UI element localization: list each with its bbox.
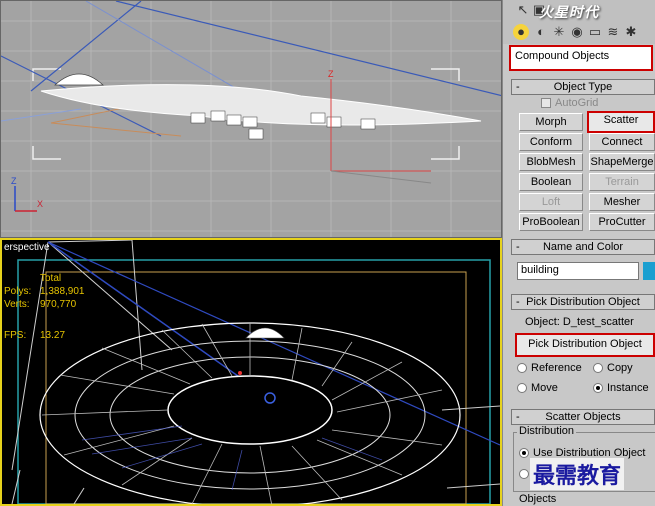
scatter-button[interactable]: Scatter bbox=[587, 111, 655, 133]
autogrid-checkbox[interactable]: AutoGrid bbox=[541, 97, 598, 109]
object-type-header: Object Type bbox=[553, 81, 613, 93]
stats-total-header: Total bbox=[40, 273, 62, 284]
perspective-viewport[interactable]: erspective Total Polys: 1,388,901 Verts: 9… bbox=[0, 238, 502, 506]
modify-tab-icon[interactable]: ↖ bbox=[515, 2, 531, 18]
copy-radio[interactable]: Copy bbox=[593, 362, 633, 374]
object-color-swatch[interactable] bbox=[643, 262, 655, 280]
morph-button[interactable]: Morph bbox=[519, 113, 583, 131]
name-color-header: Name and Color bbox=[542, 241, 624, 253]
procutter-button[interactable]: ProCutter bbox=[589, 213, 655, 231]
boolean-button[interactable]: Boolean bbox=[519, 173, 583, 191]
proboolean-button[interactable]: ProBoolean bbox=[519, 213, 583, 231]
shapes-icon[interactable]: ◐ bbox=[533, 24, 549, 40]
terrain-button[interactable]: Terrain bbox=[589, 173, 655, 191]
verts-value: 970,770 bbox=[40, 299, 77, 310]
gizmo-z-label: Z bbox=[328, 69, 334, 79]
scatter-objects-rollout[interactable]: - Scatter Objects bbox=[511, 409, 655, 425]
autogrid-label: AutoGrid bbox=[555, 97, 599, 109]
move-label: Move bbox=[531, 382, 558, 394]
polys-label: Polys: bbox=[4, 286, 32, 297]
lights-icon[interactable]: ✳ bbox=[551, 24, 567, 40]
pick-distribution-rollout[interactable]: - Pick Distribution Object bbox=[511, 294, 655, 310]
category-dropdown[interactable]: Compound Objects bbox=[509, 45, 653, 71]
copy-label: Copy bbox=[607, 362, 633, 374]
mesher-button[interactable]: Mesher bbox=[589, 193, 655, 211]
viewport-label[interactable]: erspective bbox=[4, 242, 50, 253]
object-type-rollout[interactable]: - Object Type bbox=[511, 79, 655, 95]
objects-group-label: Objects bbox=[517, 493, 559, 505]
fps-label: FPS: bbox=[4, 330, 27, 341]
spacewarps-icon[interactable]: ≋ bbox=[605, 24, 621, 40]
fps-value: 13.27 bbox=[40, 330, 66, 341]
command-panel-tabs: ↖ ▣ 火星时代 ● ◐ ✳ ◉ ▭ ≋ ✱ bbox=[503, 0, 655, 44]
instance-label: Instance bbox=[607, 382, 649, 394]
reference-label: Reference bbox=[531, 362, 582, 374]
verts-label: Verts: bbox=[4, 299, 30, 310]
site-logo: 火星时代 bbox=[539, 4, 599, 20]
instance-radio[interactable]: Instance bbox=[593, 382, 649, 394]
command-panel: ↖ ▣ 火星时代 ● ◐ ✳ ◉ ▭ ≋ ✱ Compound Objects … bbox=[502, 0, 655, 506]
top-viewport[interactable]: Z Z X bbox=[0, 0, 502, 238]
move-radio[interactable]: Move bbox=[517, 382, 558, 394]
pick-distribution-header: Pick Distribution Object bbox=[526, 296, 640, 308]
watermark: 最需教育 bbox=[530, 458, 625, 490]
top-viewport-scene: Z Z X bbox=[1, 1, 501, 237]
distribution-group-label: Distribution bbox=[517, 425, 577, 437]
distribution-object-label: Object: D_test_scatter bbox=[525, 316, 634, 328]
viewport-statistics: Total Polys: 1,388,901 Verts: 970,770 FPS:… bbox=[4, 272, 85, 342]
object-name-field[interactable]: building bbox=[517, 262, 639, 280]
shapemerge-button[interactable]: ShapeMerge bbox=[589, 153, 655, 171]
pick-distribution-object-button[interactable]: Pick Distribution Object bbox=[515, 333, 655, 357]
scatter-objects-header: Scatter Objects bbox=[545, 411, 621, 423]
reference-radio[interactable]: Reference bbox=[517, 362, 582, 374]
polys-value: 1,388,901 bbox=[40, 286, 85, 297]
cameras-icon[interactable]: ◉ bbox=[569, 24, 585, 40]
loft-button[interactable]: Loft bbox=[519, 193, 583, 211]
name-color-rollout[interactable]: - Name and Color bbox=[511, 239, 655, 255]
axis-x-label: X bbox=[37, 199, 43, 209]
axis-z-label: Z bbox=[11, 176, 17, 186]
geometry-icon[interactable]: ● bbox=[513, 24, 529, 40]
systems-icon[interactable]: ✱ bbox=[623, 24, 639, 40]
helpers-icon[interactable]: ▭ bbox=[587, 24, 603, 40]
blobmesh-button[interactable]: BlobMesh bbox=[519, 153, 583, 171]
connect-button[interactable]: Connect bbox=[589, 133, 655, 151]
conform-button[interactable]: Conform bbox=[519, 133, 583, 151]
